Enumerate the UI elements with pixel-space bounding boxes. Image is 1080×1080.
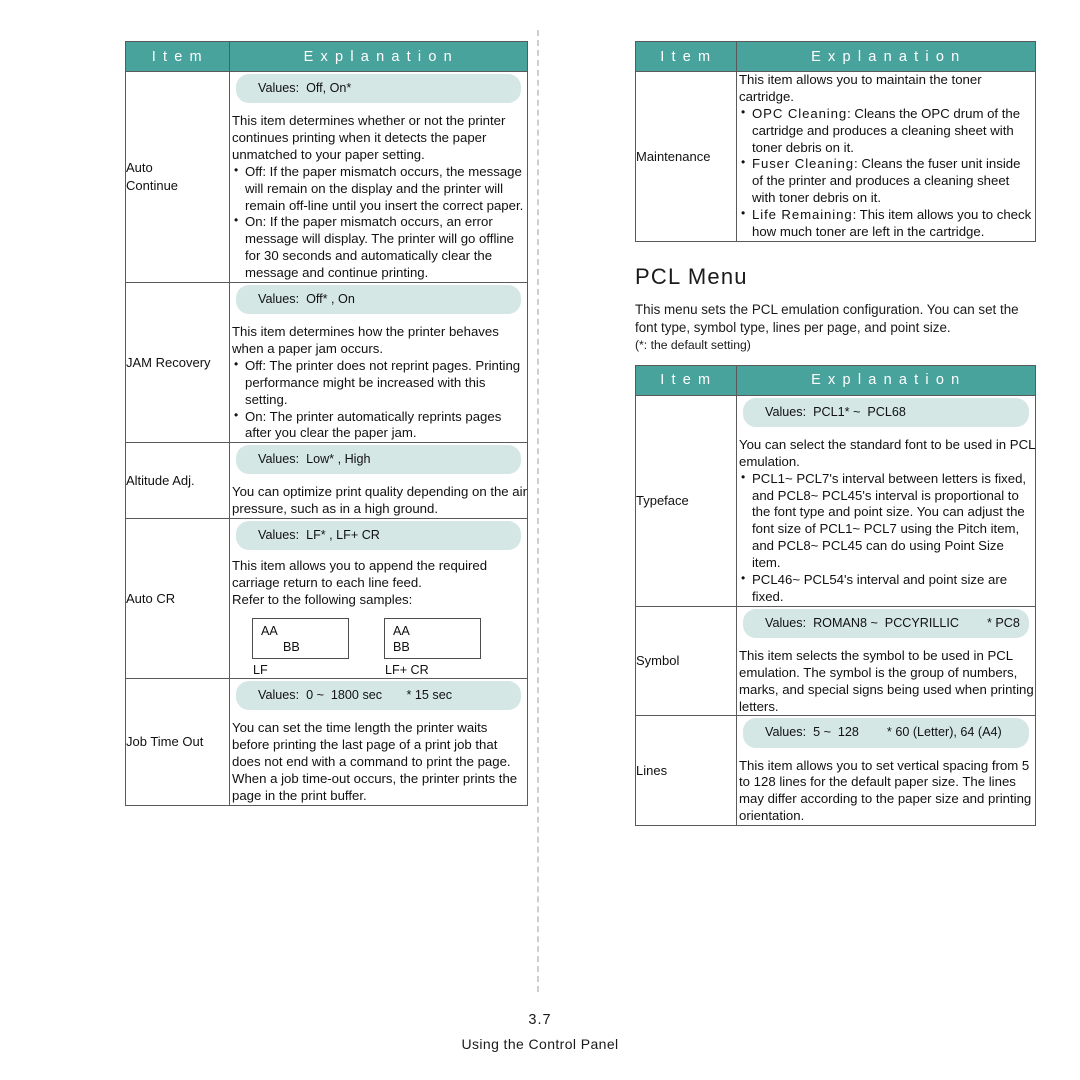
table-row: Symbol Values: ROMAN8 ~ PCCYRILLIC * PC8… bbox=[635, 605, 1036, 717]
section-heading-pcl-menu: PCL Menu bbox=[635, 263, 748, 289]
table-row: JAM Recovery Values: Off* , On This item… bbox=[125, 282, 528, 444]
item-label-job-time-out: Job Time Out bbox=[125, 678, 230, 806]
column-header-explanation: E x p l a n a t i o n bbox=[736, 364, 1036, 396]
explanation-auto-continue: Values: Off, On* This item determines wh… bbox=[229, 70, 528, 284]
page-gutter-divider bbox=[537, 30, 539, 992]
auto-cr-sample-diagram: AA BB LF AA BB LF+ CR bbox=[252, 618, 527, 678]
sample-line-1: AA bbox=[393, 624, 410, 639]
footer-chapter-title: Using the Control Panel bbox=[461, 1036, 619, 1052]
explanation-intro: You can select the standard font to be u… bbox=[739, 436, 1035, 469]
explanation-intro: This item selects the symbol to be used … bbox=[739, 647, 1034, 714]
section-body-pcl-menu: This menu sets the PCL emulation configu… bbox=[635, 301, 1036, 353]
table-row: Altitude Adj. Values: Low* , High You ca… bbox=[125, 442, 528, 520]
sample-caption: LF+ CR bbox=[385, 663, 429, 678]
item-label-auto-cr: Auto CR bbox=[125, 518, 230, 680]
item-label-maintenance: Maintenance bbox=[635, 71, 737, 242]
manual-page: I t e m E x p l a n a t i o n Auto Conti… bbox=[0, 0, 1080, 1080]
explanation-job-time-out: Values: 0 ~ 1800 sec * 15 sec You can se… bbox=[229, 678, 528, 806]
table-header-row: I t e m E x p l a n a t i o n bbox=[125, 41, 528, 72]
column-header-explanation: E x p l a n a t i o n bbox=[736, 41, 1036, 72]
values-pill: Values: 0 ~ 1800 sec * 15 sec bbox=[236, 681, 521, 711]
table-header-row: I t e m E x p l a n a t i o n bbox=[635, 41, 1036, 72]
values-pill: Values: Low* , High bbox=[236, 445, 521, 475]
explanation-intro: This item allows you to append the requi… bbox=[232, 558, 488, 608]
page-footer: 3.7 Using the Control Panel bbox=[0, 1012, 1080, 1052]
explanation-jam-recovery: Values: Off* , On This item determines h… bbox=[229, 282, 528, 444]
explanation-bullets: PCL1~ PCL7's interval between letters is… bbox=[737, 470, 1035, 606]
item-label-auto-continue: Auto Continue bbox=[125, 70, 230, 284]
list-item: PCL46~ PCL54's interval and point size a… bbox=[739, 571, 1035, 606]
list-item: OPC Cleaning: Cleans the OPC drum of the… bbox=[739, 105, 1035, 157]
maintenance-table: I t e m E x p l a n a t i o n Maintenanc… bbox=[635, 41, 1036, 242]
bullet-term: Fuser Cleaning bbox=[752, 156, 855, 172]
bullet-term: Life Remaining bbox=[752, 207, 853, 223]
item-label-symbol: Symbol bbox=[635, 605, 737, 717]
list-item: Life Remaining: This item allows you to … bbox=[739, 206, 1035, 241]
values-pill: Values: LF* , LF+ CR bbox=[236, 521, 521, 551]
values-pill: Values: PCL1* ~ PCL68 bbox=[743, 397, 1029, 427]
explanation-auto-cr: Values: LF* , LF+ CR This item allows yo… bbox=[229, 518, 528, 680]
values-pill: Values: 5 ~ 128 * 60 (Letter), 64 (A4) bbox=[743, 718, 1029, 748]
column-header-item: I t e m bbox=[125, 41, 230, 72]
list-item: PCL1~ PCL7's interval between letters is… bbox=[739, 470, 1035, 572]
column-header-explanation: E x p l a n a t i o n bbox=[229, 41, 528, 72]
sample-box: AA BB bbox=[384, 618, 481, 660]
list-item: Fuser Cleaning: Cleans the fuser unit in… bbox=[739, 155, 1035, 207]
item-label-typeface: Typeface bbox=[635, 394, 737, 607]
sample-line-2: BB bbox=[393, 639, 410, 654]
table-row: Typeface Values: PCL1* ~ PCL68 You can s… bbox=[635, 394, 1036, 607]
values-pill: Values: ROMAN8 ~ PCCYRILLIC * PC8 bbox=[743, 608, 1029, 638]
values-pill: Values: Off* , On bbox=[236, 285, 521, 315]
explanation-intro: This item determines how the printer beh… bbox=[232, 324, 499, 357]
explanation-intro: You can optimize print quality depending… bbox=[232, 484, 527, 517]
sample-line-2: BB bbox=[283, 639, 300, 654]
sample-lf: AA BB LF bbox=[252, 618, 349, 678]
explanation-intro: This item allows you to set vertical spa… bbox=[739, 757, 1032, 824]
column-header-item: I t e m bbox=[635, 41, 737, 72]
item-label-jam-recovery: JAM Recovery bbox=[125, 282, 230, 444]
explanation-maintenance: This item allows you to maintain the ton… bbox=[736, 71, 1036, 242]
table-row: Maintenance This item allows you to main… bbox=[635, 71, 1036, 242]
explanation-altitude-adj: Values: Low* , High You can optimize pri… bbox=[229, 442, 528, 520]
bullet-term: OPC Cleaning bbox=[752, 105, 848, 121]
right-column: I t e m E x p l a n a t i o n Maintenanc… bbox=[635, 41, 1036, 827]
auto-settings-table: I t e m E x p l a n a t i o n Auto Conti… bbox=[125, 41, 528, 806]
table-row: Auto CR Values: LF* , LF+ CR This item a… bbox=[125, 518, 528, 680]
sample-lf-cr: AA BB LF+ CR bbox=[384, 618, 481, 678]
values-pill: Values: Off, On* bbox=[236, 74, 521, 104]
section-default-note: (*: the default setting) bbox=[635, 337, 751, 352]
explanation-bullets: OPC Cleaning: Cleans the OPC drum of the… bbox=[737, 105, 1035, 241]
list-item: Off: If the paper mismatch occurs, the m… bbox=[232, 163, 527, 215]
explanation-intro: You can set the time length the printer … bbox=[232, 720, 518, 803]
table-row: Lines Values: 5 ~ 128 * 60 (Letter), 64 … bbox=[635, 715, 1036, 827]
explanation-bullets: Off: If the paper mismatch occurs, the m… bbox=[230, 163, 527, 282]
explanation-bullets: Off: The printer does not reprint pages.… bbox=[230, 357, 527, 443]
explanation-typeface: Values: PCL1* ~ PCL68 You can select the… bbox=[736, 394, 1036, 607]
sample-line-1: AA bbox=[261, 624, 278, 639]
list-item: On: The printer automatically reprints p… bbox=[232, 408, 527, 443]
item-label-altitude-adj: Altitude Adj. bbox=[125, 442, 230, 520]
table-header-row: I t e m E x p l a n a t i o n bbox=[635, 364, 1036, 396]
sample-box: AA BB bbox=[252, 618, 349, 660]
explanation-symbol: Values: ROMAN8 ~ PCCYRILLIC * PC8 This i… bbox=[736, 605, 1036, 717]
table-row: Job Time Out Values: 0 ~ 1800 sec * 15 s… bbox=[125, 678, 528, 806]
sample-caption: LF bbox=[253, 663, 268, 678]
item-label-lines: Lines bbox=[635, 715, 737, 827]
explanation-intro: This item determines whether or not the … bbox=[232, 113, 506, 162]
left-column: I t e m E x p l a n a t i o n Auto Conti… bbox=[125, 41, 528, 806]
pcl-menu-table: I t e m E x p l a n a t i o n Typeface V… bbox=[635, 364, 1036, 827]
list-item: Off: The printer does not reprint pages.… bbox=[232, 357, 527, 409]
explanation-lines: Values: 5 ~ 128 * 60 (Letter), 64 (A4) T… bbox=[736, 715, 1036, 827]
table-row: Auto Continue Values: Off, On* This item… bbox=[125, 70, 528, 284]
list-item: On: If the paper mismatch occurs, an err… bbox=[232, 213, 527, 282]
explanation-intro: This item allows you to maintain the ton… bbox=[739, 72, 982, 104]
section-body-text: This menu sets the PCL emulation configu… bbox=[635, 301, 1019, 335]
page-number: 3.7 bbox=[528, 1012, 552, 1028]
column-header-item: I t e m bbox=[635, 364, 737, 396]
